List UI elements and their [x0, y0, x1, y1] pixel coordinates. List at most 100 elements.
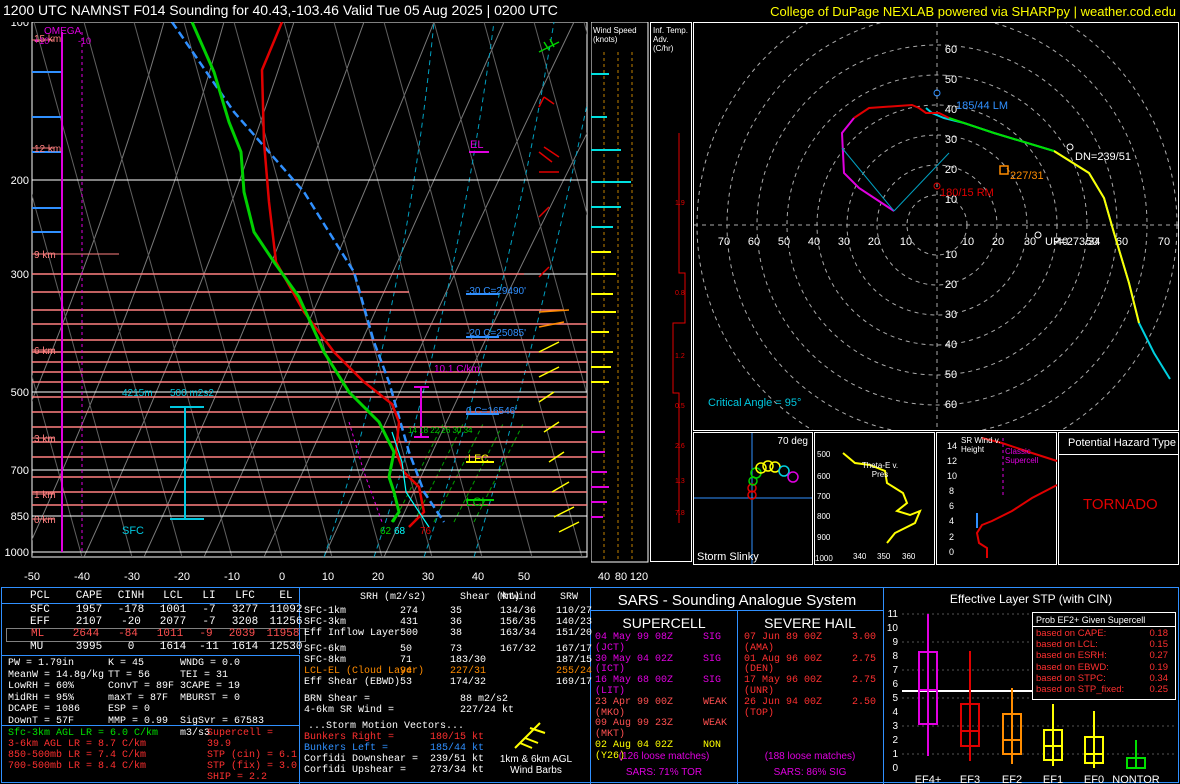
hodo-x-label: 40	[808, 236, 820, 248]
stp-ytick: 8	[892, 651, 898, 662]
stp-block: Effective Layer STP (with CIN) 11 10 9 8…	[884, 588, 1178, 784]
kinematic-cell: 71	[400, 655, 413, 666]
stp-title: Effective Layer STP (with CIN)	[949, 592, 1113, 606]
prob-row: based on CAPE: 0.18	[1036, 628, 1172, 639]
bunkers-left-label: Bunkers Left =	[304, 743, 389, 754]
sr46-label: 4-6km SR Wind =	[304, 705, 395, 716]
sars-sup-pct: SARS: 71% TOR	[625, 767, 703, 778]
parcel-row: EFF 2107 -20 2077 -7 3208 11256	[2, 615, 306, 629]
critical-angle: Critical Angle = 95°	[708, 397, 802, 409]
mean-wind-label: 227/31	[1010, 170, 1044, 182]
sars-date: 26 Jun 94 00Z (TOP)	[744, 696, 823, 719]
windspeed-title: Wind Speed (knots)	[593, 26, 637, 44]
sars-date: 04 May 99 08Z (JCT)	[595, 632, 674, 654]
index-value: WNDG = 0.0	[180, 658, 241, 669]
prob-label: based on ESRH:	[1036, 650, 1107, 662]
sars-type: WEAK	[703, 718, 728, 730]
corfidi-up-label: UP=273/34	[1045, 236, 1101, 248]
srwind-tick: 2	[949, 532, 954, 542]
parcel-cell: 1614	[159, 640, 187, 653]
index-value: 3CAPE = 19	[180, 681, 241, 693]
temp-label: -20	[174, 571, 190, 583]
parcel-row: ML 2644 -84 1011 -9 2039 11958	[6, 628, 306, 642]
slinky-title: Storm Slinky	[697, 551, 759, 563]
parcel-header: CINH	[117, 590, 145, 602]
kinematic-cell: 500	[400, 628, 419, 639]
thetae-p-tick: 900	[817, 533, 831, 542]
isotherm-m30: -30 C=29490'	[466, 286, 526, 297]
height-label: 0 km	[34, 515, 56, 526]
sars-type: SIG	[703, 653, 722, 665]
kinematic-cell: 151/20	[556, 628, 593, 639]
stp-ytick: 0	[892, 763, 898, 774]
parcel-cell: 3277	[231, 604, 259, 616]
prob-value: 0.18	[1149, 628, 1169, 639]
hodo-x-label: 20	[868, 236, 880, 248]
lapse-rate: Sfc-3km AGL LR = 6.0 C/km	[8, 728, 159, 739]
inftemp-panel: Inf. Temp. Adv. (C/hr) 1.9 0.8 1.2 0.5 2…	[650, 22, 692, 562]
inftemp-value: 1.9	[675, 200, 685, 207]
parcel-cell: -178	[117, 604, 145, 616]
parcel-header: PCL	[30, 590, 50, 602]
hodograph-chart: 60 50 40 30 20 10 10 20 30 40 50 60 70 6…	[694, 23, 1178, 430]
sars-type: SIG	[703, 675, 722, 687]
stp-ytick: 6	[892, 679, 898, 690]
temp-label: 30	[422, 571, 434, 583]
height-label: 3 km	[34, 434, 56, 445]
sars-supercell-row: 30 May 04 02Z (ICT) SIG	[595, 653, 727, 677]
hodo-ring-label: 30	[945, 309, 957, 321]
temp-label: 0	[279, 571, 285, 583]
temp-label: 20	[372, 571, 384, 583]
prob-row: based on STPC: 0.34	[1036, 673, 1172, 684]
prob-label: based on STP_fixed:	[1036, 684, 1125, 696]
parcel-cell: 2644	[72, 628, 100, 640]
parcel-cell: 2077	[159, 615, 187, 628]
hazard-panel: Potential Hazard Type TORNADO	[1058, 432, 1179, 565]
page-title: 1200 UTC NAMNST F014 Sounding for 40.43,…	[3, 2, 558, 18]
index-value: MBURST = 0	[180, 692, 241, 704]
brn-value: 88 m2/s2	[460, 694, 509, 705]
isotherm-0: 0 C=16546'	[466, 406, 517, 417]
prob-label: based on STPC:	[1036, 672, 1106, 684]
sars-date: 16 May 68 00Z (LIT)	[595, 675, 674, 697]
kin-header: MnWind	[500, 592, 537, 603]
pressure-label: 200	[11, 175, 29, 187]
credit-text: College of DuPage NEXLAB powered via SHA…	[770, 4, 1176, 19]
sars-hail-row: 17 May 96 00Z (UNR) 2.75	[744, 675, 876, 698]
index-value: PW = 1.79in	[8, 658, 75, 669]
kinematic-cell: 183/30	[450, 655, 487, 666]
srwind-tick: 0	[949, 547, 954, 557]
kinematic-cell: 163/34	[500, 628, 537, 639]
index-value: K = 45	[108, 658, 145, 669]
sfc-dew: 62	[380, 526, 392, 537]
rm-label: 180/15 RM	[940, 187, 994, 199]
parcel-table: PCL CAPE CINH LCL LI LFC EL SFC 1957 -178 1…	[2, 588, 306, 654]
pressure-label: 700	[11, 465, 29, 477]
sars-date: 07 Jun 89 00Z (AMA)	[744, 632, 823, 654]
parcel-cell: SFC	[30, 604, 50, 616]
kinematic-cell: 94	[400, 666, 413, 677]
prob-value: 0.27	[1149, 650, 1169, 662]
stp-ytick: 11	[888, 609, 899, 620]
srwind-tick: 14	[947, 441, 957, 451]
prob-box: Prob EF2+ Given Supercell based on CAPE:…	[1032, 612, 1176, 700]
srwind-supercell: Classic Supercell	[1005, 447, 1039, 465]
index-value: ConvT = 89F	[108, 681, 175, 693]
kinematic-cell: SFC-3km	[304, 617, 347, 628]
parcel-header: CAPE	[75, 590, 103, 602]
lapse-rate-label: 10.1 C/km	[434, 364, 480, 375]
kinematic-cell: 167/32	[500, 644, 537, 655]
sars-date: 09 Aug 99 23Z (MKT)	[595, 718, 674, 741]
kinematic-cell: 53	[400, 677, 413, 688]
kinematic-cell: 36	[450, 617, 463, 628]
lfc-label: LFC	[468, 453, 489, 465]
parcel-cell: 1614	[231, 640, 259, 653]
prob-value: 0.34	[1149, 672, 1169, 684]
kinematic-cell: SFC-6km	[304, 644, 347, 655]
sr46-value: 227/24 kt	[460, 705, 515, 716]
sars-supercell-row: 16 May 68 00Z (LIT) SIG	[595, 675, 727, 698]
temp-label: -50	[24, 571, 40, 583]
hodo-x-label: 70	[718, 236, 730, 248]
sars-hail-row: 26 Jun 94 00Z (TOP) 2.50	[744, 696, 876, 720]
hodo-ring-label: 10	[945, 249, 957, 261]
